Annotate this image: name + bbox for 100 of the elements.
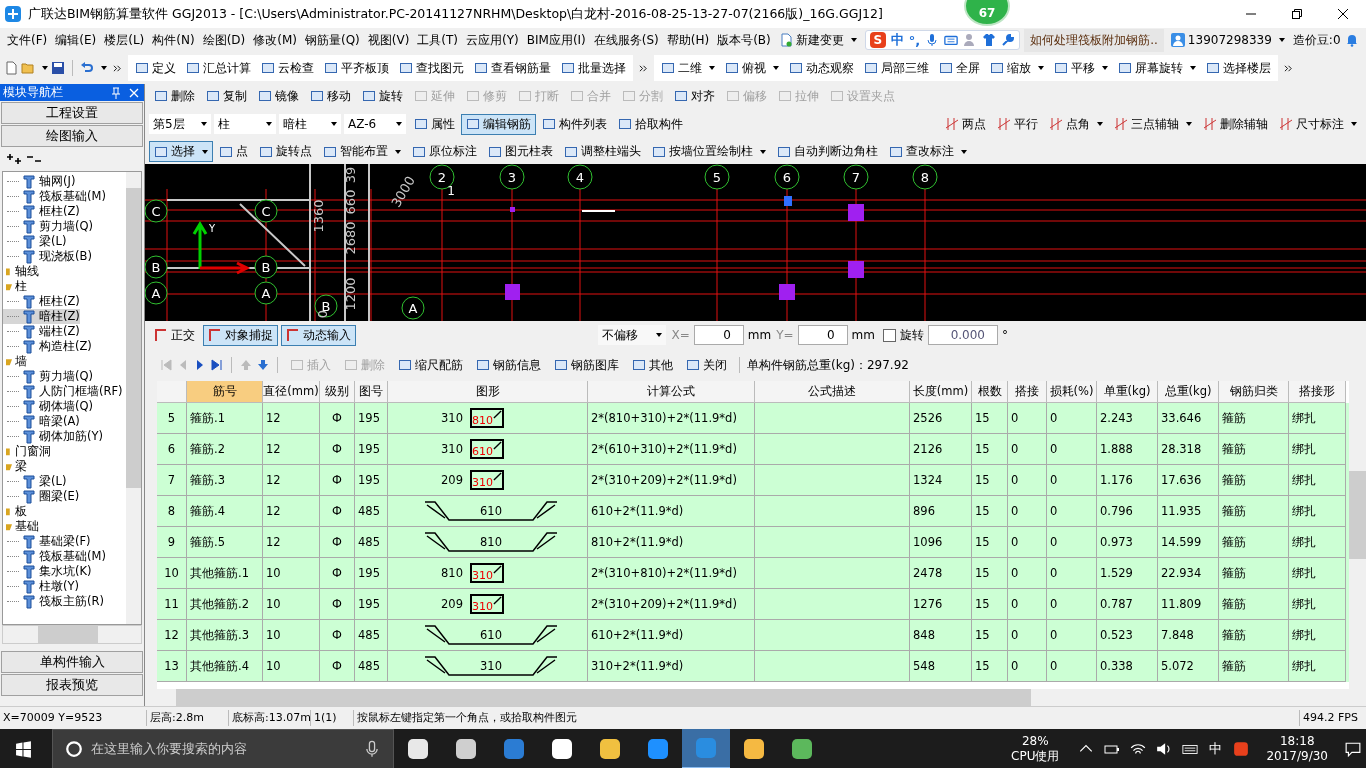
tree-group[interactable]: 门窗洞 bbox=[3, 444, 51, 459]
column-marker[interactable] bbox=[848, 261, 864, 278]
chevron-icon[interactable] bbox=[1284, 63, 1293, 73]
nav-button[interactable]: 单构件输入 bbox=[1, 651, 143, 673]
dropdown[interactable]: 柱 bbox=[214, 114, 276, 134]
toolbar-button[interactable]: 关闭 bbox=[681, 354, 732, 376]
scrollbar-thumb[interactable] bbox=[38, 626, 98, 643]
undo-icon[interactable] bbox=[80, 61, 94, 75]
toolbar-button[interactable]: 云检查 bbox=[256, 57, 319, 79]
toolbar-button[interactable]: 调整柱端头 bbox=[559, 141, 646, 162]
toolbar-button[interactable]: 平移 bbox=[1049, 57, 1113, 79]
menu-item[interactable]: 在线服务(S) bbox=[589, 31, 663, 49]
toolbar-button[interactable]: 移动 bbox=[305, 85, 356, 107]
toolbar-button[interactable]: 钢筋图库 bbox=[549, 354, 624, 376]
toolbar-button[interactable]: 全屏 bbox=[934, 57, 985, 79]
toolbar-button[interactable]: 三点辅轴 bbox=[1109, 113, 1197, 135]
menu-item[interactable]: 工具(T) bbox=[413, 31, 463, 49]
toolbar-button[interactable]: 智能布置 bbox=[318, 141, 406, 162]
tree-item[interactable]: 构造柱(Z) bbox=[3, 339, 92, 354]
clock[interactable]: 18:18 2017/9/30 bbox=[1266, 734, 1328, 764]
toggle-button[interactable]: 动态输入 bbox=[281, 324, 356, 346]
chevron-icon[interactable] bbox=[639, 63, 648, 73]
menu-item[interactable]: 钢筋量(Q) bbox=[300, 31, 364, 49]
menu-item[interactable]: 构件(N) bbox=[148, 31, 199, 49]
x-input-field[interactable]: 0 bbox=[693, 325, 744, 345]
tree-group[interactable]: 板 bbox=[3, 504, 27, 519]
notification-icon[interactable] bbox=[1345, 741, 1361, 757]
menu-item[interactable]: BIM应用(I) bbox=[522, 31, 590, 49]
toolbar-button[interactable]: 属性 bbox=[409, 113, 460, 135]
new-file-icon[interactable] bbox=[4, 61, 18, 75]
y-input-field[interactable]: 0 bbox=[797, 325, 848, 345]
column-header[interactable]: 级别 bbox=[320, 381, 355, 403]
tree-item[interactable]: 筏板主筋(R) bbox=[3, 594, 104, 609]
tree-item[interactable]: 轴网(J) bbox=[3, 174, 76, 189]
tree-item[interactable]: 砌体墙(Q) bbox=[3, 399, 94, 414]
tree-item[interactable]: 剪力墙(Q) bbox=[3, 369, 94, 384]
wifi-icon[interactable] bbox=[1130, 741, 1147, 757]
column-header[interactable]: 钢筋归类 bbox=[1219, 381, 1289, 403]
column-marker[interactable] bbox=[848, 204, 864, 221]
toolbar-button[interactable]: 旋转 bbox=[357, 85, 408, 107]
toolbar-button[interactable]: 钢筋信息 bbox=[471, 354, 546, 376]
wrench-icon[interactable] bbox=[1001, 33, 1016, 47]
last-record-icon[interactable] bbox=[210, 358, 224, 372]
toolbar-button[interactable]: 局部三维 bbox=[859, 57, 934, 79]
toolbar-button[interactable]: 俯视 bbox=[720, 57, 784, 79]
menu-item[interactable]: 版本号(B) bbox=[713, 31, 775, 49]
pin-icon[interactable] bbox=[109, 85, 123, 100]
toolbar-button[interactable]: 复制 bbox=[201, 85, 252, 107]
shirt-icon[interactable] bbox=[982, 33, 997, 47]
nav-button[interactable]: 工程设置 bbox=[1, 102, 143, 124]
table-row[interactable]: 6 箍筋.2 12 Ф 195 310 610 2*(610+310)+2*(11.9*d) 2126 15 0 0 1.888 28.318 箍筋 绑扎 bbox=[157, 434, 1349, 465]
scrollbar[interactable] bbox=[126, 172, 141, 624]
tree-item[interactable]: 梁(L) bbox=[3, 474, 67, 489]
grip-marker[interactable] bbox=[784, 196, 792, 206]
column-marker[interactable] bbox=[510, 207, 515, 212]
toolbar-button[interactable]: 屏幕旋转 bbox=[1113, 57, 1201, 79]
offset-dropdown[interactable]: 不偏移 bbox=[597, 325, 666, 345]
menu-item[interactable]: 视图(V) bbox=[363, 31, 414, 49]
tree-item[interactable]: 砌体加筋(Y) bbox=[3, 429, 103, 444]
tree-item[interactable]: 梁(L) bbox=[3, 234, 67, 249]
toolbar-button[interactable]: 拾取构件 bbox=[613, 113, 688, 135]
toggle-button[interactable]: 正交 bbox=[149, 324, 200, 346]
tree-item[interactable]: 基础梁(F) bbox=[3, 534, 91, 549]
toolbar-button[interactable]: 镜像 bbox=[253, 85, 304, 107]
tree-item[interactable]: 集水坑(K) bbox=[3, 564, 92, 579]
column-header[interactable]: 筋号 bbox=[187, 381, 263, 403]
tree-item[interactable]: 框柱(Z) bbox=[3, 294, 80, 309]
expand-all-icon[interactable] bbox=[6, 152, 22, 166]
toolbar-button[interactable]: 点角 bbox=[1044, 113, 1108, 135]
table-row[interactable]: 9 箍筋.5 12 Ф 485 810 810+2*(11.9*d) 1096 15 0 0 0.973 14.599 箍筋 绑扎 bbox=[157, 527, 1349, 558]
menu-item[interactable]: 编辑(E) bbox=[51, 31, 101, 49]
tree-item[interactable]: 暗柱(Z) bbox=[3, 309, 80, 324]
punctuation-toggle[interactable]: °, bbox=[908, 32, 921, 48]
tree-group[interactable]: 基础 bbox=[3, 519, 39, 534]
toolbar-button[interactable]: 构件列表 bbox=[537, 113, 612, 135]
toolbar-button[interactable]: 查找图元 bbox=[394, 57, 469, 79]
tree-group[interactable]: 柱 bbox=[3, 279, 27, 294]
restore-icon[interactable] bbox=[1291, 8, 1303, 20]
account-button[interactable]: 13907298339 bbox=[1166, 33, 1289, 47]
windows-start-icon[interactable] bbox=[15, 740, 32, 758]
toolbar-button[interactable]: 删除辅轴 bbox=[1198, 113, 1273, 135]
close-icon[interactable] bbox=[1337, 8, 1349, 20]
dropdown[interactable]: 暗柱 bbox=[279, 114, 341, 134]
toolbar-button[interactable]: 对齐 bbox=[669, 85, 720, 107]
news-link[interactable]: 如何处理筏板附加钢筋.. bbox=[1024, 28, 1164, 52]
table-row[interactable]: 12 其他箍筋.3 10 Ф 485 610 610+2*(11.9*d) 848 15 0 0 0.523 7.848 箍筋 绑扎 bbox=[157, 620, 1349, 651]
toolbar-button[interactable]: 两点 bbox=[940, 113, 991, 135]
cpu-meter[interactable]: 28% CPU使用 bbox=[1011, 734, 1060, 764]
column-header[interactable]: 图形 bbox=[388, 381, 588, 403]
toolbar-button[interactable]: 点 bbox=[214, 141, 253, 162]
dropdown[interactable]: 第5层 bbox=[149, 114, 211, 134]
folder-icon[interactable] bbox=[21, 61, 35, 75]
dropdown[interactable]: AZ-6 bbox=[344, 114, 406, 134]
toolbar-button[interactable]: 编辑钢筋 bbox=[461, 113, 536, 135]
rotate-checkbox[interactable] bbox=[883, 328, 896, 342]
tree-item[interactable]: 筏板基础(M) bbox=[3, 549, 106, 564]
toolbar-button[interactable]: 二维 bbox=[656, 57, 720, 79]
new-change-button[interactable]: 新建变更 bbox=[774, 31, 861, 49]
toolbar-button[interactable]: 批量选择 bbox=[556, 57, 631, 79]
toolbar-button[interactable]: 尺寸标注 bbox=[1274, 113, 1362, 135]
